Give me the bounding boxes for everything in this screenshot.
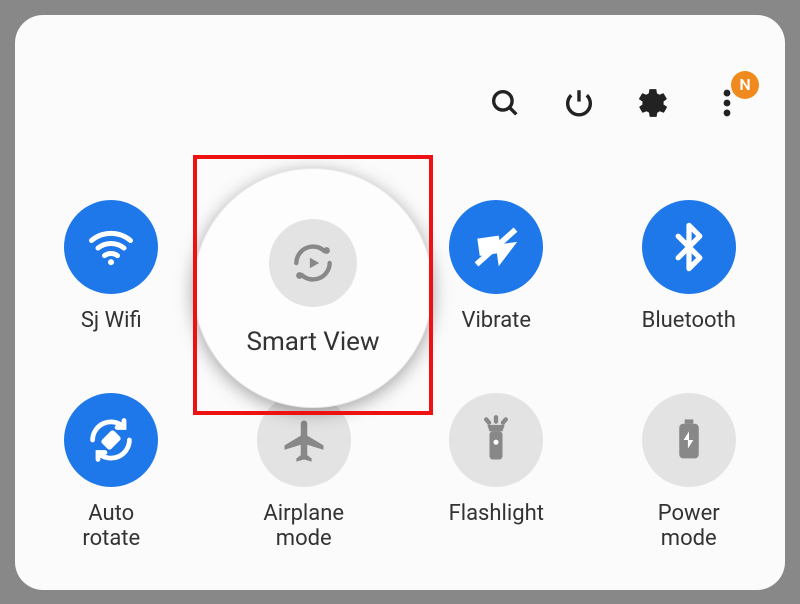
search-icon[interactable]: [487, 85, 523, 121]
tile-label: Auto rotate: [82, 501, 140, 552]
tile-label: Power mode: [658, 501, 720, 552]
tile-flashlight[interactable]: Flashlight: [416, 393, 576, 552]
powermode-icon: [642, 393, 736, 487]
tile-wifi[interactable]: Sj Wifi: [31, 200, 191, 333]
vibrate-icon: [449, 200, 543, 294]
more-icon[interactable]: N: [709, 85, 745, 121]
tile-label: Airplane mode: [263, 501, 344, 552]
tile-powermode[interactable]: Power mode: [609, 393, 769, 552]
tile-label: Vibrate: [461, 308, 531, 333]
zoom-lens: Smart View: [193, 168, 433, 408]
lens-tile-circle: [269, 219, 357, 307]
power-icon[interactable]: [561, 85, 597, 121]
tile-autorotate[interactable]: Auto rotate: [31, 393, 191, 552]
tile-vibrate[interactable]: Vibrate: [416, 200, 576, 333]
flashlight-icon: [449, 393, 543, 487]
toolbar: N: [487, 85, 745, 121]
bluetooth-icon: [642, 200, 736, 294]
quick-settings-panel: N Sj Wifi Smart View Vibrate Bluetooth Auto …: [15, 15, 785, 590]
notification-badge: N: [731, 71, 759, 99]
autorotate-icon: [64, 393, 158, 487]
wifi-icon: [64, 200, 158, 294]
tile-bluetooth[interactable]: Bluetooth: [609, 200, 769, 333]
lens-tile-label: Smart View: [247, 327, 380, 357]
tile-label: Bluetooth: [642, 308, 736, 333]
tile-airplane[interactable]: Airplane mode: [224, 393, 384, 552]
tile-label: Flashlight: [449, 501, 544, 526]
tile-label: Sj Wifi: [81, 308, 142, 333]
gear-icon[interactable]: [635, 85, 671, 121]
